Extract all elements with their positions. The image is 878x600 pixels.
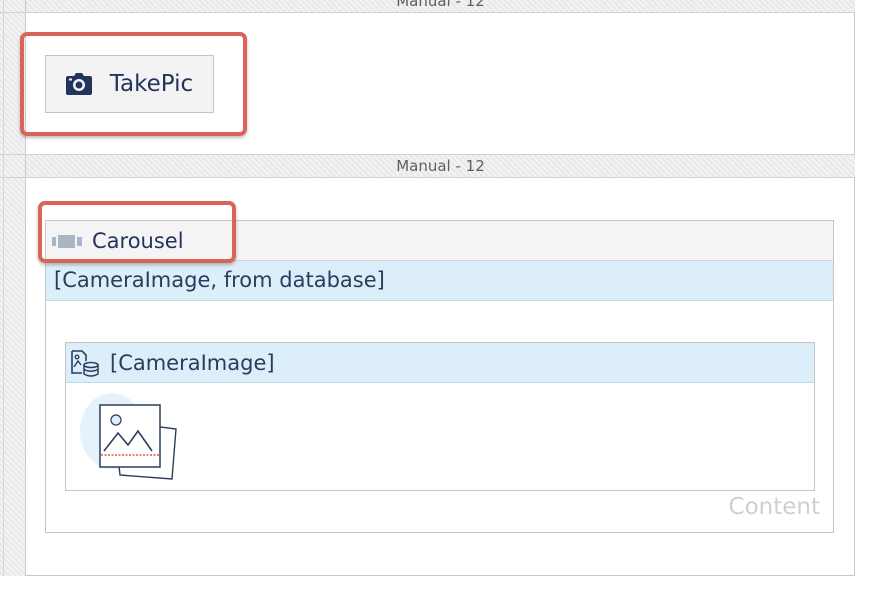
image-placeholder-icon [80, 393, 177, 480]
section-header-label: Manual - 12 [396, 157, 485, 175]
image-widget-title: [CameraImage] [110, 350, 275, 375]
image-widget[interactable]: [CameraImage] [65, 342, 815, 491]
highlight-carousel [38, 201, 236, 263]
section-strip-left [0, 154, 26, 178]
highlight-takepic [20, 32, 247, 136]
section-strip-left [0, 0, 26, 13]
image-database-icon [71, 349, 99, 377]
carousel-source[interactable]: [CameraImage, from database] [46, 261, 833, 301]
section-header[interactable]: Manual - 12 [26, 154, 855, 178]
content-placeholder-label: Content [728, 494, 820, 520]
section-header-label: Manual - 12 [396, 0, 485, 10]
page-canvas: Manual - 12 TakePic Manual - 12 Carousel [0, 0, 878, 600]
image-widget-header: [CameraImage] [66, 343, 814, 383]
section-header[interactable]: Manual - 12 [26, 0, 855, 13]
carousel-widget[interactable]: Carousel [CameraImage, from database] [C… [45, 220, 834, 533]
image-placeholder [74, 391, 184, 487]
